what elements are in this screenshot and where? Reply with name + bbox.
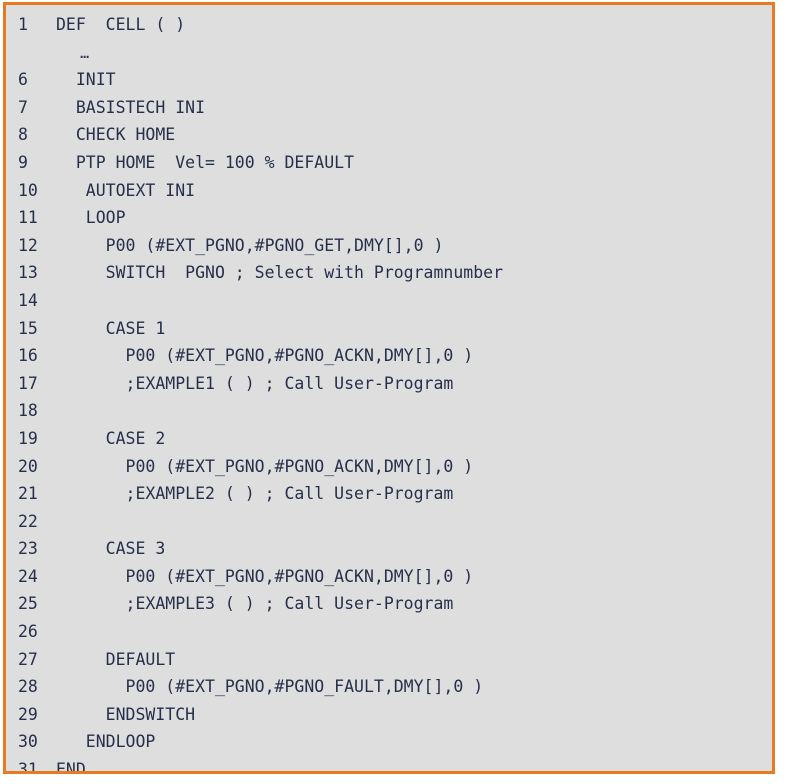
code-line: 18 — [6, 397, 772, 425]
code-line: 29 ENDSWITCH — [6, 701, 772, 729]
code-line: 1 DEF CELL ( ) — [6, 11, 772, 39]
code-line: 16 P00 (#EXT_PGNO,#PGNO_ACKN,DMY[],0 ) — [6, 342, 772, 370]
line-source: ENDLOOP — [56, 732, 156, 752]
line-source: PTP HOME Vel= 100 % DEFAULT — [56, 152, 355, 172]
line-source: CASE 2 — [56, 428, 166, 448]
line-source: ;EXAMPLE2 ( ) ; Call User-Program — [56, 484, 454, 504]
line-source: INIT — [56, 70, 116, 90]
line-source: P00 (#EXT_PGNO,#PGNO_ACKN,DMY[],0 ) — [56, 566, 474, 586]
line-source: P00 (#EXT_PGNO,#PGNO_ACKN,DMY[],0 ) — [56, 346, 474, 366]
code-line: 8 CHECK HOME — [6, 121, 772, 149]
code-line: 17 ;EXAMPLE1 ( ) ; Call User-Program — [6, 370, 772, 398]
line-number: 16 — [18, 346, 38, 366]
line-source: LOOP — [56, 208, 126, 228]
line-source: ;EXAMPLE1 ( ) ; Call User-Program — [56, 373, 454, 393]
line-number: 6 — [18, 70, 28, 90]
code-line-list: 1 DEF CELL ( ) … 6 INIT 7 BASISTECH INI 8 CH… — [6, 5, 772, 774]
code-line: 14 — [6, 287, 772, 315]
line-number: 8 — [18, 125, 28, 145]
code-line: 21 ;EXAMPLE2 ( ) ; Call User-Program — [6, 480, 772, 508]
line-number: 7 — [18, 97, 28, 117]
code-line: 7 BASISTECH INI — [6, 94, 772, 122]
code-line: 6 INIT — [6, 66, 772, 94]
code-line: 27 DEFAULT — [6, 646, 772, 674]
line-number: 24 — [18, 566, 38, 586]
line-source: P00 (#EXT_PGNO,#PGNO_FAULT,DMY[],0 ) — [56, 677, 484, 697]
line-number: 22 — [18, 511, 38, 531]
code-line: 19 CASE 2 — [6, 425, 772, 453]
line-source: ENDSWITCH — [56, 704, 196, 724]
line-number: 20 — [18, 456, 38, 476]
line-number: 30 — [18, 732, 38, 752]
code-line: 23 CASE 3 — [6, 535, 772, 563]
code-line: 31 END — [6, 756, 772, 774]
line-number: 14 — [18, 290, 38, 310]
code-line: 24 P00 (#EXT_PGNO,#PGNO_ACKN,DMY[],0 ) — [6, 563, 772, 591]
line-source: BASISTECH INI — [56, 97, 206, 117]
line-number: 31 — [18, 760, 38, 774]
line-number: 13 — [18, 263, 38, 283]
line-number: 21 — [18, 484, 38, 504]
line-number: 27 — [18, 649, 38, 669]
line-number: 9 — [18, 152, 28, 172]
code-line: 12 P00 (#EXT_PGNO,#PGNO_GET,DMY[],0 ) — [6, 232, 772, 260]
code-line: 13 SWITCH PGNO ; Select with Programnumb… — [6, 259, 772, 287]
line-number: 26 — [18, 622, 38, 642]
line-source: DEF CELL ( ) — [56, 15, 186, 34]
line-source: … — [56, 43, 89, 62]
code-line: 25 ;EXAMPLE3 ( ) ; Call User-Program — [6, 590, 772, 618]
line-number: 12 — [18, 235, 38, 255]
code-listing-panel: 1 DEF CELL ( ) … 6 INIT 7 BASISTECH INI 8 CH… — [3, 2, 775, 774]
line-number: 1 — [18, 15, 28, 34]
line-source: SWITCH PGNO ; Select with Programnumber — [56, 263, 504, 283]
code-line: 28 P00 (#EXT_PGNO,#PGNO_FAULT,DMY[],0 ) — [6, 673, 772, 701]
line-source: CHECK HOME — [56, 125, 176, 145]
line-number: 10 — [18, 180, 38, 200]
line-number: 19 — [18, 428, 38, 448]
code-line: … — [6, 39, 772, 67]
line-source: END — [56, 760, 86, 774]
line-number: 15 — [18, 318, 38, 338]
line-number: 11 — [18, 208, 38, 228]
line-source: ;EXAMPLE3 ( ) ; Call User-Program — [56, 594, 454, 614]
line-number: 25 — [18, 594, 38, 614]
line-source: P00 (#EXT_PGNO,#PGNO_ACKN,DMY[],0 ) — [56, 456, 474, 476]
line-source: P00 (#EXT_PGNO,#PGNO_GET,DMY[],0 ) — [56, 235, 444, 255]
code-line: 11 LOOP — [6, 204, 772, 232]
line-source: DEFAULT — [56, 649, 176, 669]
line-source: CASE 1 — [56, 318, 166, 338]
code-line: 22 — [6, 508, 772, 536]
code-line: 20 P00 (#EXT_PGNO,#PGNO_ACKN,DMY[],0 ) — [6, 453, 772, 481]
line-number: 18 — [18, 401, 38, 421]
line-number: 17 — [18, 373, 38, 393]
line-number: 29 — [18, 704, 38, 724]
code-line: 15 CASE 1 — [6, 315, 772, 343]
line-number: 28 — [18, 677, 38, 697]
code-line: 26 — [6, 618, 772, 646]
line-source: CASE 3 — [56, 539, 166, 559]
code-line: 10 AUTOEXT INI — [6, 177, 772, 205]
line-source: AUTOEXT INI — [56, 180, 196, 200]
code-line: 30 ENDLOOP — [6, 728, 772, 756]
line-number: 23 — [18, 539, 38, 559]
code-line: 9 PTP HOME Vel= 100 % DEFAULT — [6, 149, 772, 177]
